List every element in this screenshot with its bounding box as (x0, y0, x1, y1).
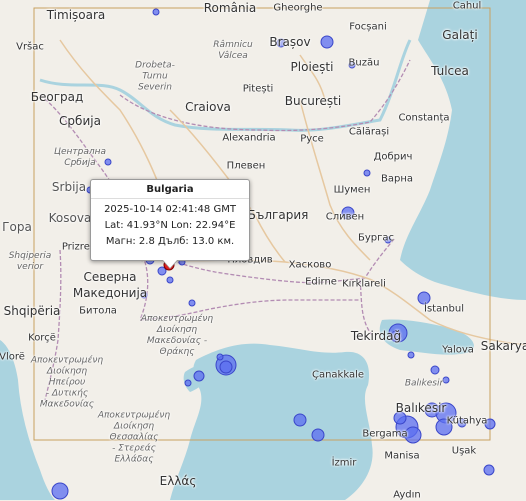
label-sakarya: Sakarya (480, 339, 526, 353)
quake-marker[interactable] (193, 370, 205, 382)
label-tekirdag: Tekirdağ (350, 329, 402, 343)
label-usak: Uşak (451, 445, 477, 457)
label-apokentr-thessaly: Αποκεντρωμένη Διοίκηση Θεσσαλίας - Στερε… (97, 410, 171, 465)
popup-datetime: 2025-10-14 02:41:48 GMT (104, 204, 236, 215)
quake-marker[interactable] (430, 365, 440, 375)
label-bulgaria: България (247, 208, 309, 222)
popup-tip (163, 260, 177, 268)
label-pleven: Плевен (226, 160, 266, 172)
label-izmir: İzmir (331, 457, 357, 469)
label-vrsac: Vršac (16, 41, 44, 53)
label-bucuresti: București (284, 94, 342, 108)
label-cahul: Cahul (452, 0, 482, 12)
quake-marker[interactable] (219, 360, 233, 374)
label-kosovo: Kosova (48, 211, 92, 225)
label-gora: Гора (2, 220, 32, 234)
label-manisa: Manisa (384, 450, 420, 462)
label-edirne: Edirne (305, 276, 337, 288)
label-dobrich: Добрич (373, 151, 413, 163)
label-pitesti: Pitești (242, 83, 274, 95)
label-haskovo: Хасково (288, 259, 332, 271)
label-sliven: Сливен (325, 211, 365, 223)
label-centralna: Централна Србија (53, 147, 107, 168)
label-srbija-latin: Srbija (51, 180, 87, 194)
label-galati: Galați (442, 28, 478, 42)
label-apokentr-epirus: Αποκεντρωμένη Διοίκηση Ηπείρου - Δυτικής… (30, 355, 104, 410)
label-brasov: Brașov (269, 35, 311, 49)
label-timisoara: Timișoara (46, 8, 106, 22)
label-shumen: Шумен (333, 184, 371, 196)
label-gheorghe: Gheorghe (273, 2, 323, 14)
label-varna: Варна (380, 173, 414, 185)
popup-coordinates: Lat: 41.93°N Lon: 22.94°E (104, 220, 236, 231)
label-severna-makedonija: Северна Македонија (72, 270, 148, 300)
label-ploiesti: Ploiești (290, 60, 334, 74)
label-beograd: Београд (30, 90, 84, 104)
label-drobeta: Drobeta- Turnu Severin (135, 60, 175, 93)
quake-marker[interactable] (293, 413, 307, 427)
quake-marker[interactable] (442, 376, 450, 384)
label-kirklareli: Kırklareli (342, 278, 386, 290)
quake-marker[interactable] (166, 276, 174, 284)
label-bergama: Bergama (362, 428, 408, 440)
label-craiova: Craiova (185, 100, 231, 114)
quake-marker[interactable] (417, 291, 431, 305)
label-istanbul: İstanbul (423, 303, 465, 315)
label-ellas: Ελλάς (159, 474, 197, 488)
label-shqiperia: Shqipëria (3, 304, 61, 318)
label-focsani: Focșani (349, 21, 387, 33)
label-ruse: Русе (300, 133, 324, 145)
label-calarasi: Călărași (348, 126, 390, 138)
quake-marker[interactable] (184, 379, 192, 387)
label-korce: Korçë (28, 332, 56, 344)
label-shqiperia-verior: Shqiperia verior (8, 251, 52, 272)
quake-marker[interactable] (188, 299, 196, 307)
popup-title: Bulgaria (91, 180, 249, 199)
quake-marker[interactable] (216, 353, 224, 361)
label-burgas: Бургас (357, 232, 395, 244)
label-balikesir: Balıkesir (395, 401, 447, 415)
quake-marker[interactable] (311, 428, 325, 442)
label-ramnicu: Râmnicu Vâlcea (213, 40, 253, 61)
label-tulcea: Tulcea (431, 64, 469, 78)
label-romania: România (203, 1, 257, 15)
label-alexandria: Alexandria (222, 132, 276, 144)
quake-marker[interactable] (51, 482, 69, 500)
earthquake-info-popup: Bulgaria 2025-10-14 02:41:48 GMT Lat: 41… (90, 179, 250, 269)
quake-marker[interactable] (152, 8, 160, 16)
popup-magnitude-depth: Магн: 2.8 Дълб: 13.0 км. (105, 236, 235, 247)
label-buzau: Buzău (348, 57, 380, 69)
quake-marker[interactable] (483, 464, 495, 476)
quake-marker[interactable] (320, 35, 334, 49)
label-bitola: Битола (79, 305, 117, 317)
label-canakkale: Çanakkale (311, 369, 365, 381)
label-aydin: Aydın (393, 489, 421, 501)
label-kutahya: Kütahya (446, 415, 488, 427)
label-vlore: Vlorë (0, 351, 25, 363)
label-balikesir-region: Balıkesir (404, 378, 444, 389)
label-apokentr-thrace: Αποκεντρωμένη Διοίκηση Μακεδονίας - Θράκ… (140, 314, 214, 357)
quake-marker[interactable] (407, 351, 415, 359)
label-constanta: Constanța (398, 112, 450, 124)
quake-marker[interactable] (363, 169, 371, 177)
label-yalova: Yalova (442, 344, 474, 356)
label-srbija: Србија (59, 114, 101, 128)
